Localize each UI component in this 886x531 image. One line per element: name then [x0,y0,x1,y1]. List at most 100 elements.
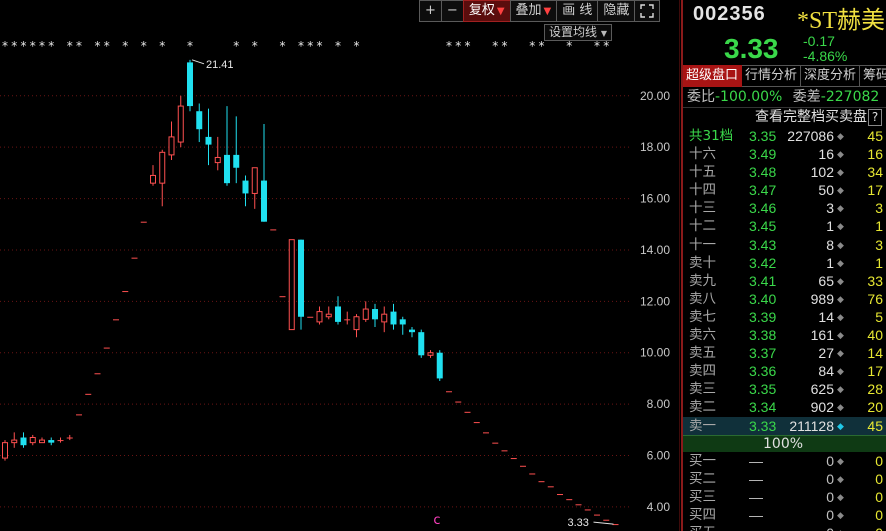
level-price: 3.34 [749,399,777,416]
kline-chart[interactable]: 20.00 18.00 16.00 14.00 12.00 10.00 8.00 6.00 4.… [0,0,680,531]
candle-body [603,519,610,521]
tab-chips[interactable]: 筹码 [860,65,886,87]
candle-body [483,432,489,434]
diamond-icon: ◆ [837,491,844,502]
level-orders: 17 [867,182,883,199]
kline-svg[interactable]: 20.00 18.00 16.00 14.00 12.00 10.00 8.00 6.00 4.… [0,0,680,531]
order-book-row[interactable]: 十三 3.46 3 ◆ 3 [683,199,886,217]
order-book-row[interactable]: 卖十 3.42 1 ◆ 1 [683,254,886,272]
order-book-row[interactable]: 买二 —0 ◆ 0 [683,470,886,488]
order-book-row[interactable]: 十六 3.49 16 ◆ 16 [683,145,886,163]
candle-body [279,296,286,298]
candle-body [205,136,212,145]
order-book-row[interactable]: 卖一 3.33 211128 ◆ 45 [683,416,886,435]
order-book-row[interactable]: 买五—0◆0 [683,524,886,531]
candle-body [76,414,82,416]
level-label: 卖七 [689,308,716,325]
diamond-icon: ◆ [837,455,844,466]
candle-body [29,437,36,444]
candle-body [270,229,277,231]
event-marker: * [446,39,452,53]
tab-market-analysis[interactable]: 行情分析 [742,65,802,87]
view-full-book-link[interactable]: 查看完整档买卖盘 ? [683,108,886,127]
tab-super-book[interactable]: 超级盘口 [683,65,743,87]
order-book-row[interactable]: 卖五 3.37 27 ◆ 14 [683,344,886,362]
order-book-row[interactable]: 买三 —0 ◆ 0 [683,488,886,506]
candle-body [20,437,27,446]
order-book-row[interactable]: 十四 3.47 50 ◆ 17 [683,181,886,199]
event-marker: * [159,39,165,53]
hide-button[interactable]: 隐藏 [597,0,636,22]
overlay-button[interactable]: 叠加 ▼ [509,0,558,22]
tab-depth-analysis[interactable]: 深度分析 [801,65,861,87]
order-book-row[interactable]: 卖六 3.38 161 ◆ 40 [683,326,886,344]
view-full-book-label: 查看完整档买卖盘 [755,109,867,125]
candle-body [381,313,388,323]
order-book-row[interactable]: 卖四 3.36 84 ◆ 17 [683,362,886,380]
candle-body [584,509,591,511]
order-book-row[interactable]: 卖八 3.40 989 ◆ 76 [683,290,886,308]
event-marker: * [141,39,147,53]
ma-settings-button[interactable]: 设置均线 ▼ [544,24,612,41]
level-label: 卖九 [689,272,716,289]
event-marker: * [67,39,73,53]
level-price: — [749,524,763,531]
level-volume: 0 [826,524,834,531]
order-book-row[interactable]: 卖三 3.35 625 ◆ 28 [683,380,886,398]
level-price: 3.47 [749,182,777,199]
chevron-down-icon: ▼ [543,6,552,17]
event-marker: * [465,39,471,53]
event-marker: * [354,39,360,53]
level-orders: 0 [875,524,883,531]
diamond-icon: ◆ [837,275,844,286]
level-label: 买五 [689,524,716,531]
level-label: 共31档 [689,128,734,144]
level-volume: 84 [818,363,834,380]
level-label: 卖四 [689,363,716,380]
level-orders: 17 [867,363,883,380]
order-book-row[interactable]: 共31档 3.35 227086 ◆ 45 [683,127,886,145]
order-book-row[interactable]: 卖七 3.39 14 ◆ 5 [683,308,886,326]
level-label: 买二 [689,470,716,487]
level-label: 卖一 [689,417,716,434]
candle-body [122,291,129,293]
event-marker: * [233,39,239,53]
y-tick-label: 18.00 [640,140,670,154]
event-marker: * [21,39,27,53]
order-book-row[interactable]: 买一 —0 ◆ 0 [683,452,886,470]
order-book-row[interactable]: 十二 3.45 1 ◆ 1 [683,217,886,235]
high-price-label: 21.41 [206,59,234,71]
level-volume: 1 [826,218,834,235]
level-volume: 65 [818,272,834,289]
order-book-row[interactable]: 卖二 3.34 902 ◆ 20 [683,398,886,416]
order-book-row[interactable]: 卖九 3.41 65 ◆ 33 [683,272,886,290]
level-volume: 227086 [787,128,834,144]
candle-body [214,156,221,164]
level-label: 卖十 [689,254,716,271]
candle-body [473,422,480,424]
candle-body [547,486,554,488]
order-book-row[interactable]: 十五 3.48 102 ◆ 34 [683,163,886,181]
draw-line-button[interactable]: 画 线 [556,0,599,22]
level-orders: 20 [867,399,883,416]
candle-body [113,319,119,321]
sell-book: 共31档 3.35 227086 ◆ 45 十六 3.49 16 ◆ 16 十五 3.48 102 ◆ 34… [683,127,886,435]
level-label: 卖二 [689,399,716,416]
candle-body [344,319,351,321]
fuquan-button[interactable]: 复权 ▼ [462,0,511,22]
order-book-row[interactable]: 买四 —0 ◆ 0 [683,506,886,524]
y-tick-label: 20.00 [640,89,670,103]
candle-body [409,329,415,333]
zoom-out-button[interactable]: − [440,0,464,22]
zoom-in-button[interactable]: + [419,0,442,22]
change-value: -0.17 [803,33,835,49]
help-icon[interactable]: ? [868,109,882,126]
candle-body [159,151,166,184]
ma-settings-label: 设置均线 [549,25,598,39]
candle-body [140,221,147,223]
expand-button[interactable] [634,0,661,22]
diamond-icon: ◆ [837,311,844,322]
event-marker: * [492,39,498,53]
candle-body [575,504,582,506]
order-book-row[interactable]: 十一 3.43 8 ◆ 3 [683,236,886,254]
